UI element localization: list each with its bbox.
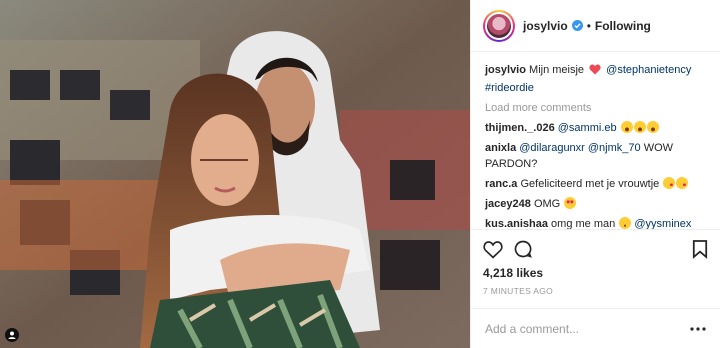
caption: josylvio Mijn meisje @stephanietency #ri… [485,62,706,96]
comment-text: omg me man [551,218,616,229]
heart-eyes-emoji-icon [564,197,577,209]
verified-badge-icon [571,20,583,31]
add-comment-input[interactable]: Add a comment... [485,322,579,336]
comment-username[interactable]: kus.anishaa [485,218,548,229]
heart-icon[interactable] [483,240,503,259]
add-comment-bar: Add a comment... [471,308,720,348]
kiss-emoji-icon [676,177,689,189]
instagram-post: josylvio • Following josylvio Mijn meisj… [0,0,720,348]
header-username[interactable]: josylvio [523,19,568,33]
comment-username[interactable]: jacey248 [485,198,531,210]
comment-item: thijmen._.026 @sammi.eb [485,120,706,136]
caption-username[interactable]: josylvio [485,64,526,76]
tag-person-icon[interactable] [5,328,19,342]
comment-text: Gefeliciteerd met je vrouwtje [520,178,660,190]
comment-mention[interactable]: @dilaragunxr @njmk_70 [519,142,640,154]
red-heart-emoji-icon [589,64,601,80]
laughing-emoji-icon [646,121,659,133]
action-icons-row [483,236,708,262]
separator-dot: • [586,18,591,33]
photo-illustration [0,0,470,348]
post-actions: 4,218 likes 7 MINUTES AGO [471,229,720,296]
laughing-emoji-icon [633,121,646,133]
caption-text: Mijn meisje [529,64,585,76]
comment-item: ranc.a Gefeliciteerd met je vrouwtje [485,176,706,192]
kiss-emoji-icon [663,177,676,189]
comment-username[interactable]: anixla [485,142,516,154]
comment-icon[interactable] [513,239,533,259]
avatar[interactable] [483,9,515,42]
comment-mention[interactable]: @sammi.eb [558,122,617,134]
laughing-emoji-icon [620,121,633,133]
caption-mention[interactable]: @stephanietency [606,64,691,76]
post-photo[interactable] [0,0,470,348]
comment-item: kus.anishaa omg me man @yysminex [485,216,706,229]
following-button[interactable]: Following [595,19,651,33]
post-side-panel: josylvio • Following josylvio Mijn meisj… [470,0,720,348]
likes-count[interactable]: 4,218 likes [483,266,708,280]
more-options-icon[interactable] [690,326,706,331]
comment-text: OMG [533,198,561,210]
caption-hashtag[interactable]: #rideordie [485,82,534,94]
comment-username[interactable]: ranc.a [485,178,517,190]
comment-item: jacey248 OMG [485,196,706,212]
worried-emoji-icon [619,217,632,229]
comment-mention[interactable]: @yysminex [634,218,691,229]
comments-section: josylvio Mijn meisje @stephanietency #ri… [471,52,720,229]
comment-username[interactable]: thijmen._.026 [485,122,555,134]
post-header: josylvio • Following [471,0,720,52]
post-timestamp: 7 MINUTES AGO [483,286,554,296]
comment-item: anixla @dilaragunxr @njmk_70 WOW PARDON? [485,140,706,172]
load-more-comments-link[interactable]: Load more comments [485,102,706,114]
bookmark-icon[interactable] [692,239,708,259]
